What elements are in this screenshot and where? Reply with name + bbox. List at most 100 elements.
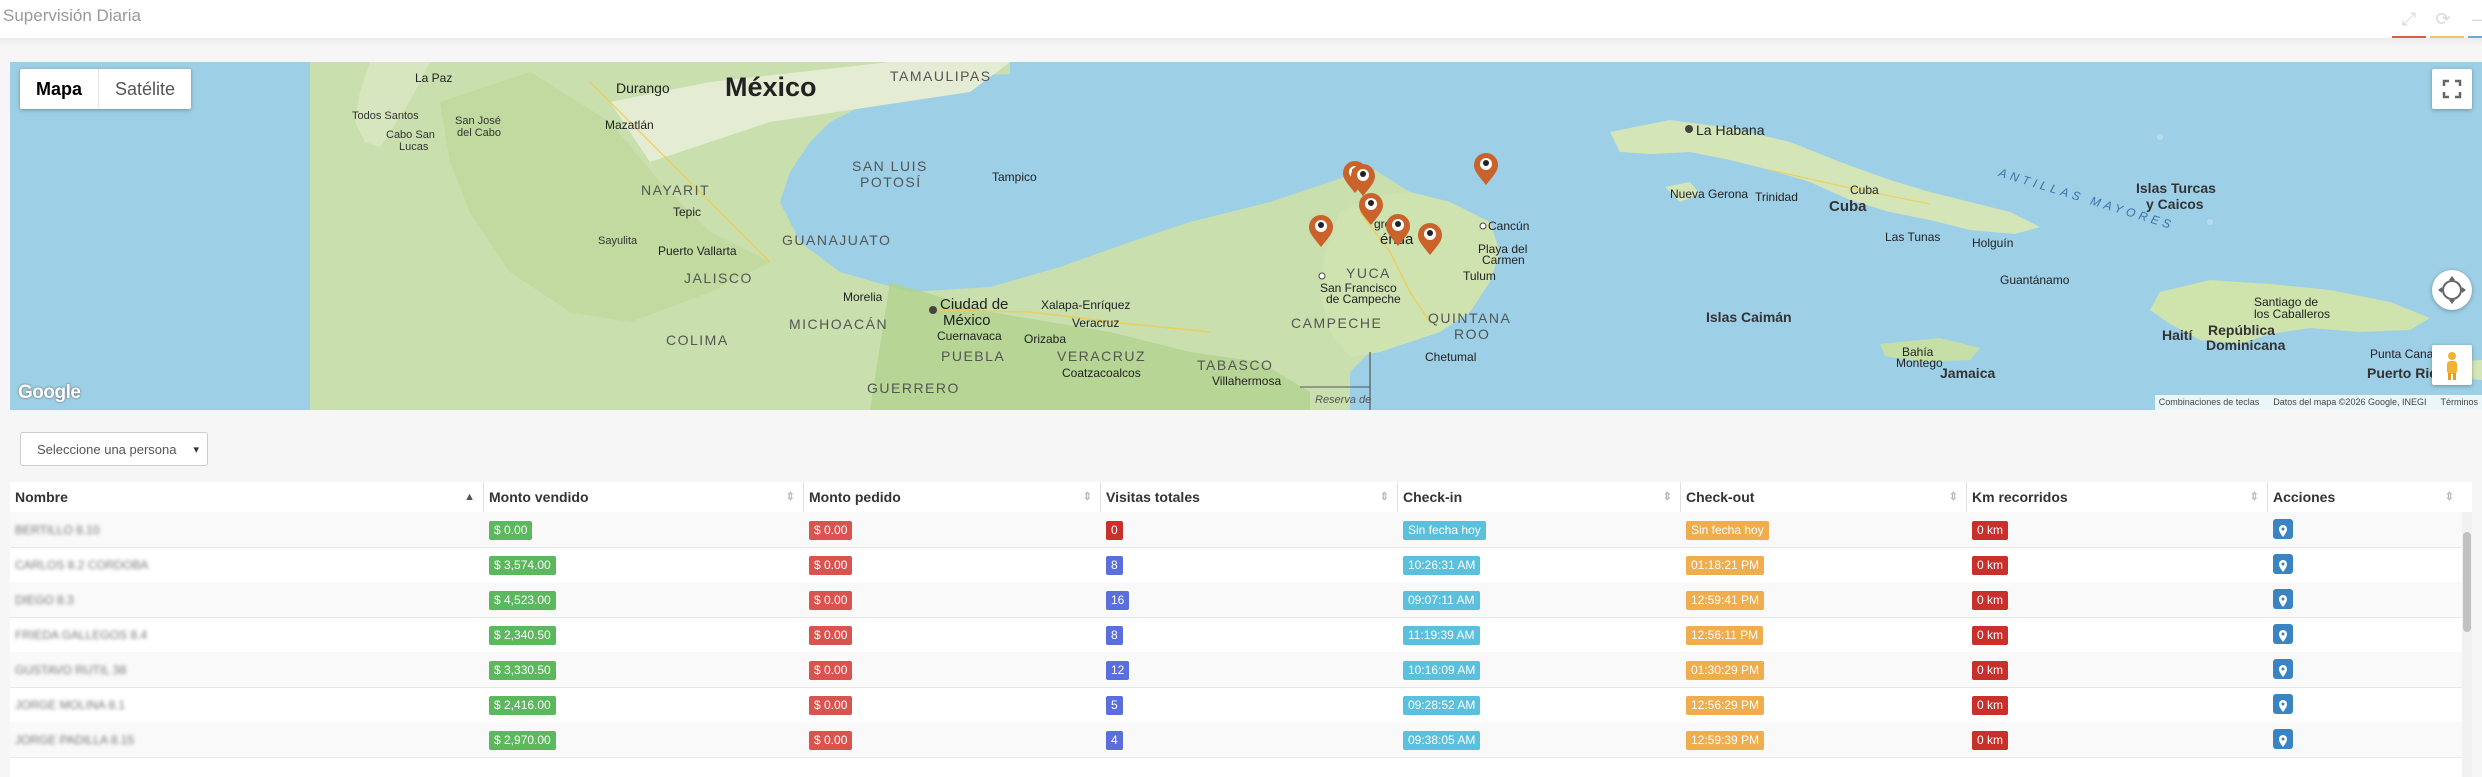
map-label-lucas: Lucas [399, 141, 429, 153]
cell-visitas: 4 [1101, 722, 1123, 757]
locate-on-map-button[interactable] [2273, 729, 2293, 749]
keyboard-shortcuts-link[interactable]: Combinaciones de teclas [2159, 395, 2260, 410]
map-type-toggle: Mapa Satélite [20, 69, 192, 109]
cell-km: 0 km [1967, 722, 2009, 757]
column-header-nombre[interactable]: Nombre ▲ [10, 482, 484, 512]
terms-link[interactable]: Términos [2440, 395, 2478, 410]
refresh-icon[interactable]: ⟳ [2432, 8, 2454, 30]
locate-on-map-button[interactable] [2273, 624, 2293, 644]
map-label-de-campeche: de Campeche [1326, 292, 1401, 306]
cell-monto-vendido-value: $ 4,523.00 [489, 591, 556, 610]
sort-asc-icon: ▲ [464, 491, 475, 503]
cell-check-in: Sin fecha hoy [1398, 512, 1486, 547]
map-view[interactable]: México TAMAULIPAS La Paz Durango Todos S… [10, 62, 2482, 410]
table-row[interactable]: DIEGO 8.3 $ 4,523.00 $ 0.00 16 09:07:11 AM 12… [10, 582, 2462, 618]
collapse-icon[interactable]: – [2466, 8, 2482, 30]
cell-visitas-value: 8 [1106, 626, 1123, 645]
map-label-campeche: CAMPECHE [1291, 315, 1383, 331]
column-header-monto-vendido[interactable]: Monto vendido ⇕ [484, 482, 804, 512]
map-type-satellite-button[interactable]: Satélite [98, 69, 191, 109]
map-label-ciudad-de: Ciudad de [940, 296, 1009, 313]
cell-check-out: 12:59:41 PM [1681, 582, 1765, 617]
column-header-monto-pedido[interactable]: Monto pedido ⇕ [804, 482, 1101, 512]
camera-control-button[interactable] [2432, 270, 2472, 310]
scrollbar-thumb[interactable] [2463, 532, 2471, 632]
cell-km-value: 0 km [1972, 731, 2009, 750]
map-label-cuba-city: Cuba [1850, 183, 1879, 197]
cell-check-in: 09:28:52 AM [1398, 687, 1481, 722]
street-view-pegman-button[interactable] [2432, 345, 2472, 385]
column-header-label: Acciones [2273, 489, 2336, 505]
cell-visitas-value: 12 [1106, 661, 1130, 680]
sort-icon: ⇕ [1379, 491, 1389, 503]
column-header-check-in[interactable]: Check-in ⇕ [1398, 482, 1681, 512]
map-label-mexico: México [725, 72, 817, 102]
map-label-progreso: greso [1374, 217, 1405, 231]
table-row[interactable]: JORGE PADILLA 8.15 $ 2,970.00 $ 0.00 4 09:38… [10, 722, 2462, 758]
map-label-tampico: Tampico [992, 170, 1037, 184]
locate-on-map-button[interactable] [2273, 589, 2293, 609]
table-row[interactable]: FRIEDA GALLEGOS 8.4 $ 2,340.50 $ 0.00 8 11:1… [10, 617, 2462, 653]
cell-name: JORGE PADILLA 8.15 [10, 722, 134, 757]
table-row[interactable]: CARLOS 8.2 CORDOBA $ 3,574.00 $ 0.00 8 10:26… [10, 547, 2462, 583]
cell-monto-pedido: $ 0.00 [804, 652, 853, 687]
person-select[interactable]: Seleccione una persona ▾ [20, 432, 208, 466]
cell-check-in: 11:19:39 AM [1398, 617, 1480, 652]
expand-icon[interactable]: ⤢ [2398, 8, 2420, 30]
map-label-san-luis: SAN LUIS [852, 158, 928, 174]
map-label-morelia: Morelia [843, 290, 883, 304]
locate-on-map-button[interactable] [2273, 694, 2293, 714]
cell-monto-pedido: $ 0.00 [804, 617, 853, 652]
table-scrollbar[interactable] [2462, 512, 2472, 777]
cell-check-in-value: 09:28:52 AM [1403, 696, 1481, 715]
fullscreen-button[interactable] [2432, 69, 2472, 109]
map-label-merida: érida [1380, 231, 1414, 248]
map-type-map-button[interactable]: Mapa [20, 69, 98, 109]
column-header-acciones[interactable]: Acciones ⇕ [2268, 482, 2462, 512]
map-label-chetumal: Chetumal [1425, 350, 1477, 364]
map-pin-icon [2279, 595, 2287, 607]
map-pin-icon [2279, 665, 2287, 677]
pegman-icon [2447, 352, 2457, 380]
cell-acciones [2268, 582, 2293, 617]
map-label-cuernavaca: Cuernavaca [937, 329, 1002, 343]
map-label-haiti: Haití [2162, 327, 2193, 343]
map-label-mazatlan: Mazatlán [605, 118, 654, 132]
cell-km: 0 km [1967, 687, 2009, 722]
map-label-puerto-vallarta: Puerto Vallarta [658, 244, 737, 258]
cell-visitas-value: 16 [1106, 591, 1130, 610]
table-row[interactable]: GUSTAVO RUTIL 38 $ 3,330.50 $ 0.00 12 10:16:… [10, 652, 2462, 688]
map-label-potosi: POTOSÍ [860, 174, 922, 190]
sort-icon: ⇕ [2444, 491, 2454, 503]
cell-check-out-value: 01:18:21 PM [1686, 556, 1765, 575]
map-label-mexico-city: México [943, 312, 991, 329]
cell-monto-vendido-value: $ 2,970.00 [489, 731, 556, 750]
cell-check-out: Sin fecha hoy [1681, 512, 1769, 547]
column-header-check-out[interactable]: Check-out ⇕ [1681, 482, 1967, 512]
cell-monto-pedido-value: $ 0.00 [809, 731, 853, 750]
cell-visitas: 12 [1101, 652, 1130, 687]
cell-check-out-value: 01:30:29 PM [1686, 661, 1765, 680]
cell-monto-pedido: $ 0.00 [804, 687, 853, 722]
cell-km-value: 0 km [1972, 591, 2009, 610]
map-label-islas-turcas: Islas Turcas [2136, 180, 2216, 196]
locate-on-map-button[interactable] [2273, 659, 2293, 679]
map-pin-icon [2279, 735, 2287, 747]
map-label-xalapa: Xalapa-Enríquez [1041, 298, 1131, 312]
column-header-km-recorridos[interactable]: Km recorridos ⇕ [1967, 482, 2268, 512]
locate-on-map-button[interactable] [2273, 554, 2293, 574]
map-label-guanajuato: GUANAJUATO [782, 232, 892, 248]
sort-icon: ⇕ [2249, 491, 2259, 503]
sort-icon: ⇕ [785, 491, 795, 503]
map-label-jalisco: JALISCO [684, 270, 753, 286]
cell-monto-vendido-value: $ 0.00 [489, 521, 533, 540]
page-title: Supervisión Diaria [3, 6, 141, 25]
cell-monto-pedido-value: $ 0.00 [809, 696, 853, 715]
map-label-y-caicos: y Caicos [2146, 196, 2204, 212]
table-row[interactable]: JORGE MOLINA 8.1 $ 2,416.00 $ 0.00 5 09:28:5… [10, 687, 2462, 723]
locate-on-map-button[interactable] [2273, 519, 2293, 539]
column-header-visitas-totales[interactable]: Visitas totales ⇕ [1101, 482, 1398, 512]
table-row[interactable]: BERTILLO 8.10 $ 0.00 $ 0.00 0 Sin fecha hoy S… [10, 512, 2462, 548]
map-label-tamaulipas: TAMAULIPAS [890, 68, 992, 84]
cell-name-value: DIEGO 8.3 [15, 593, 74, 607]
